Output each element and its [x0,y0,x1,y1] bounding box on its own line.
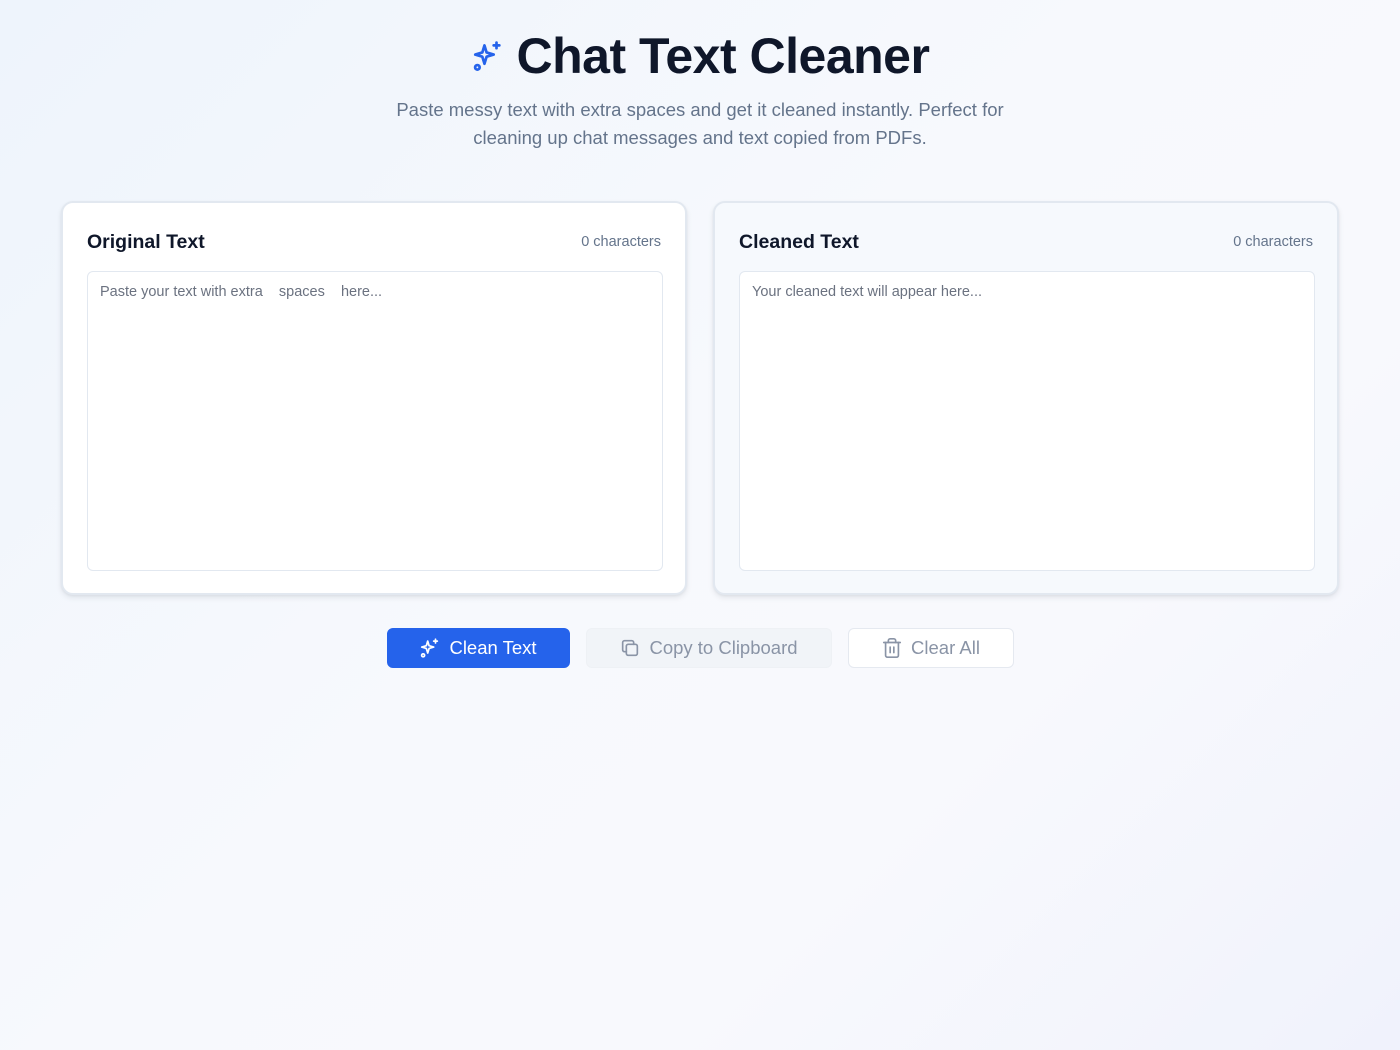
cleaned-panel-header: Cleaned Text 0 characters [739,230,1313,254]
cleaned-text-panel: Cleaned Text 0 characters [713,201,1339,595]
cleaned-panel-title: Cleaned Text [739,230,859,253]
sparkles-icon [421,638,439,658]
trash-icon [882,638,902,658]
clear-all-button[interactable]: Clear All [847,628,1014,668]
copy-label: Copy to Clipboard [649,637,798,658]
original-panel-title: Original Text [87,230,205,253]
page-title: Chat Text Cleaner [516,28,930,84]
copy-icon [622,639,639,657]
page-subtitle: Paste messy text with extra spaces and g… [396,99,1004,148]
page-header: Chat Text Cleaner Paste messy text with … [0,28,1400,152]
cleaned-text-output[interactable] [739,271,1315,571]
copy-to-clipboard-button[interactable]: Copy to Clipboard [585,628,832,668]
clean-text-button[interactable]: Clean Text [386,628,570,668]
clean-text-label: Clean Text [449,637,537,658]
original-char-count: 0 characters [581,234,661,250]
original-text-panel: Original Text 0 characters [61,201,687,595]
original-panel-header: Original Text 0 characters [87,230,661,254]
action-buttons: Clean Text Copy to Clipboard Clear All [0,628,1400,668]
cleaned-char-count: 0 characters [1233,234,1313,250]
original-text-input[interactable] [87,271,663,571]
title-row: Chat Text Cleaner [471,28,930,84]
sparkles-icon [471,39,505,73]
clear-all-label: Clear All [911,637,980,658]
